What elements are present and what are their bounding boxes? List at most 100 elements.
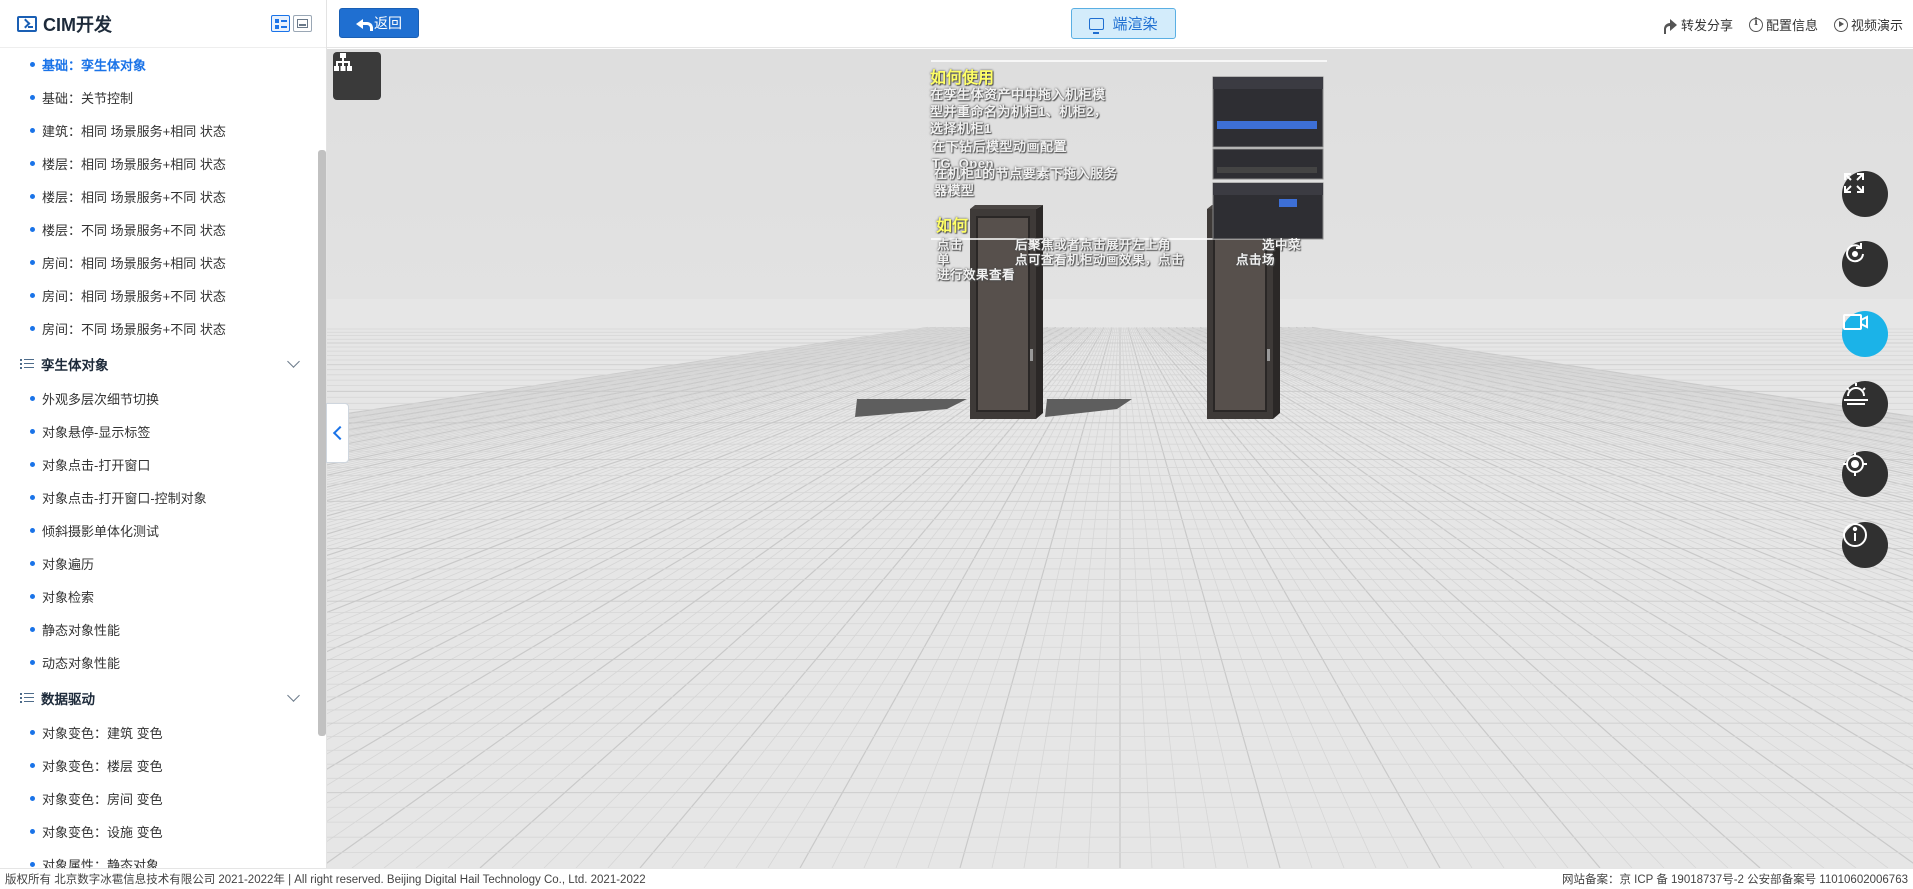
bullet-icon xyxy=(30,326,35,331)
menu-item-label: 倾斜摄影单体化测试 xyxy=(42,524,160,539)
bullet-icon xyxy=(30,95,35,100)
play-icon xyxy=(1833,17,1848,32)
hierarchy-icon xyxy=(334,53,352,71)
menu-item[interactable]: 对象变色：建筑 变色 xyxy=(0,716,318,749)
config-info-link[interactable]: 配置信息 xyxy=(1748,15,1818,34)
menu-item[interactable]: 房间：相同 场景服务+不同 状态 xyxy=(0,279,318,312)
bullet-icon xyxy=(30,462,35,467)
menu-item-label: 对象变色：房间 变色 xyxy=(42,792,163,807)
bullet-icon xyxy=(30,161,35,166)
menu-item-label: 房间：相同 场景服务+不同 状态 xyxy=(42,289,226,304)
rotate-button[interactable] xyxy=(1842,241,1888,287)
bullet-icon xyxy=(30,627,35,632)
icp-text: 网站备案：京 ICP 备 19018737号-2 公安部备案号 11010602… xyxy=(1561,874,1908,886)
bullet-icon xyxy=(30,829,35,834)
help-description: 点击 后聚焦或者点击展开左上角 选中菜单 点可查看机柜动画效果，点击 点击场 进… xyxy=(937,238,1341,282)
bullet-icon xyxy=(30,128,35,133)
sidebar-collapse-button[interactable] xyxy=(326,403,349,463)
bullet-icon xyxy=(30,429,35,434)
scene-viewport[interactable]: 如何使用 在孪生体资产中中拖入机柜模型并重命名为机柜1、机柜2，选择机柜1 在下… xyxy=(327,49,1913,868)
menu-item-label: 基础：孪生体对象 xyxy=(42,58,147,73)
back-button[interactable]: 返回 xyxy=(339,8,419,38)
cabinet-2-shadow xyxy=(1045,399,1132,417)
menu-group-header[interactable]: 孪生体对象 xyxy=(0,345,318,382)
menu-list: 基础：孪生体对象 基础：关节控制 建筑：相同 场景服务+相同 状态 楼层：相同 场景服… xyxy=(0,48,318,868)
render-mode-button[interactable]: 端渲染 xyxy=(1071,8,1176,39)
menu-item-label: 对象遍历 xyxy=(42,557,95,572)
share-link[interactable]: 转发分享 xyxy=(1663,15,1733,34)
info-button[interactable] xyxy=(1842,522,1888,568)
chevron-down-icon[interactable] xyxy=(287,688,300,702)
bullet-icon xyxy=(30,561,35,566)
menu-group-header[interactable]: 数据驱动 xyxy=(0,679,318,716)
bullet-icon xyxy=(30,293,35,298)
list-view-icon[interactable] xyxy=(271,15,290,32)
list-icon xyxy=(20,692,34,704)
sidebar: CIM开发 基础：孪生体对象 基础：关节控制 建筑：相同 场景服务+相同 状态 楼层：… xyxy=(0,0,327,868)
bullet-icon xyxy=(30,528,35,533)
bullet-icon xyxy=(30,396,35,401)
scene-tree-button[interactable] xyxy=(333,52,381,100)
chevron-down-icon[interactable] xyxy=(287,354,300,368)
image-view-icon[interactable] xyxy=(293,15,312,32)
help-heading-1: 如何使用 xyxy=(930,70,995,87)
menu-item[interactable]: 建筑：相同 场景服务+相同 状态 xyxy=(0,114,318,147)
menu-item[interactable]: 对象遍历 xyxy=(0,547,318,580)
menu-item-label: 对象变色：设施 变色 xyxy=(42,825,163,840)
menu-item[interactable]: 静态对象性能 xyxy=(0,613,318,646)
back-label: 返回 xyxy=(374,15,402,31)
menu-item[interactable]: 对象变色：房间 变色 xyxy=(0,782,318,815)
menu-group-title: 孪生体对象 xyxy=(41,357,109,373)
reply-arrow-icon xyxy=(356,18,373,31)
record-button[interactable] xyxy=(1842,311,1888,357)
help-screenshot-1 xyxy=(1212,76,1324,180)
bullet-icon xyxy=(30,594,35,599)
help-step-3: 在机柜1的节点要素下拖入服务器模型 xyxy=(934,166,1118,198)
menu-item[interactable]: 对象检索 xyxy=(0,580,318,613)
bullet-icon xyxy=(30,227,35,232)
weather-button[interactable] xyxy=(1842,381,1888,427)
menu-item-label: 对象属性：静态对象 xyxy=(42,858,160,868)
help-heading-2: 如何 xyxy=(936,218,969,235)
menu-item[interactable]: 楼层：不同 场景服务+不同 状态 xyxy=(0,213,318,246)
menu-item[interactable]: 房间：相同 场景服务+相同 状态 xyxy=(0,246,318,279)
cabinet-models[interactable] xyxy=(327,49,1913,868)
menu-item[interactable]: 基础：孪生体对象 xyxy=(0,48,318,81)
menu-item-label: 对象变色：建筑 变色 xyxy=(42,726,163,741)
sidebar-scrollbar[interactable] xyxy=(318,150,326,736)
camera-icon xyxy=(1843,314,1868,330)
menu-item-label: 楼层：不同 场景服务+不同 状态 xyxy=(42,223,226,238)
bullet-icon xyxy=(30,260,35,265)
video-demo-label: 视频演示 xyxy=(1850,18,1903,33)
menu-item[interactable]: 房间：不同 场景服务+不同 状态 xyxy=(0,312,318,345)
menu-group-title: 数据驱动 xyxy=(41,691,95,707)
cabinet-1-shadow xyxy=(855,399,967,417)
menu-item-label: 楼层：相同 场景服务+不同 状态 xyxy=(42,190,226,205)
list-icon xyxy=(20,358,34,370)
fullscreen-button[interactable] xyxy=(1842,171,1888,217)
menu-item[interactable]: 对象点击-打开窗口 xyxy=(0,448,318,481)
menu-item[interactable]: 对象属性：静态对象 xyxy=(0,848,318,868)
topbar: 返回 端渲染 转发分享 配置信息 视频演示 xyxy=(327,0,1913,48)
menu-item[interactable]: 对象变色：设施 变色 xyxy=(0,815,318,848)
menu-item-label: 对象点击-打开窗口 xyxy=(42,458,151,473)
view-toggle xyxy=(271,15,312,32)
weather-icon xyxy=(1844,383,1868,405)
help-screenshot-2 xyxy=(1212,182,1324,240)
rotate-icon xyxy=(1846,243,1864,263)
menu-item[interactable]: 对象点击-打开窗口-控制对象 xyxy=(0,481,318,514)
video-demo-link[interactable]: 视频演示 xyxy=(1833,15,1903,34)
menu-item[interactable]: 外观多层次细节切换 xyxy=(0,382,318,415)
menu-item[interactable]: 楼层：相同 场景服务+不同 状态 xyxy=(0,180,318,213)
config-info-label: 配置信息 xyxy=(1765,18,1818,33)
locate-button[interactable] xyxy=(1842,451,1888,497)
menu-item[interactable]: 楼层：相同 场景服务+相同 状态 xyxy=(0,147,318,180)
menu-item[interactable]: 对象变色：楼层 变色 xyxy=(0,749,318,782)
menu-item[interactable]: 动态对象性能 xyxy=(0,646,318,679)
menu-item[interactable]: 倾斜摄影单体化测试 xyxy=(0,514,318,547)
menu-item[interactable]: 基础：关节控制 xyxy=(0,81,318,114)
bullet-icon xyxy=(30,796,35,801)
copyright-text: 版权所有 北京数字冰雹信息技术有限公司 2021-2022年 | All rig… xyxy=(5,874,646,886)
bullet-icon xyxy=(30,763,35,768)
menu-item[interactable]: 对象悬停-显示标签 xyxy=(0,415,318,448)
